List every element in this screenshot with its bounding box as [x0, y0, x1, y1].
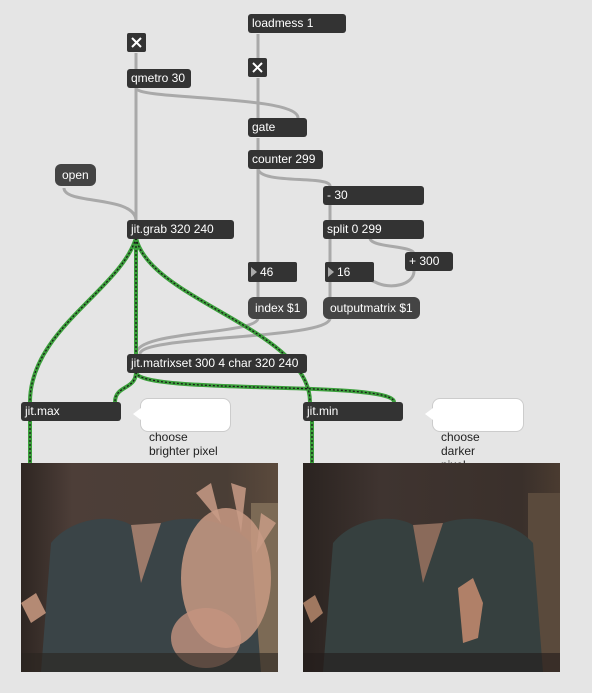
triangle-right-icon — [251, 267, 257, 277]
number-value-index: 46 — [260, 265, 274, 279]
number-value-outputmatrix: 16 — [337, 265, 351, 279]
cord-outputmatrix-matrixset — [138, 317, 332, 355]
jit-min-object[interactable]: jit.min — [303, 402, 403, 421]
loadmess-object[interactable]: loadmess 1 — [248, 14, 346, 33]
x-toggle-icon — [252, 62, 263, 73]
jit-matrixset-label: jit.matrixset 300 4 char 320 240 — [131, 356, 299, 370]
qmetro-label: qmetro 30 — [131, 71, 186, 85]
counter-label: counter 299 — [252, 152, 316, 166]
loadmess-label: loadmess 1 — [252, 16, 314, 30]
plus-label: + 300 — [409, 254, 440, 268]
patcher-canvas: loadmess 1 qmetro 30 gate counter 299 - … — [0, 0, 592, 693]
plus-object[interactable]: + 300 — [405, 252, 453, 271]
minus-object[interactable]: - 30 — [323, 186, 424, 205]
matrix-cord-grab-max — [28, 237, 138, 403]
comment-tail — [133, 408, 141, 420]
video-frame-min — [303, 463, 560, 672]
number-box-index[interactable]: 46 — [248, 262, 297, 282]
outputmatrix-message-label: outputmatrix $1 — [330, 301, 413, 315]
cord-qmetro-gate — [134, 86, 300, 119]
comment-max: choose brighter pixel — [133, 398, 231, 458]
split-object[interactable]: split 0 299 — [323, 220, 424, 239]
open-message-label: open — [62, 168, 89, 182]
counter-object[interactable]: counter 299 — [248, 150, 323, 169]
qmetro-object[interactable]: qmetro 30 — [127, 69, 191, 88]
jit-pwindow-min[interactable] — [303, 463, 560, 672]
split-label: split 0 299 — [327, 222, 382, 236]
jit-grab-label: jit.grab 320 240 — [131, 222, 214, 236]
index-message[interactable]: index $1 — [248, 297, 308, 319]
jit-pwindow-max[interactable] — [21, 463, 278, 672]
cord-open-grab — [62, 187, 138, 222]
outputmatrix-message[interactable]: outputmatrix $1 — [323, 297, 420, 319]
x-toggle-icon — [131, 37, 142, 48]
index-message-label: index $1 — [255, 301, 301, 315]
comment-min: choose darker pixel — [425, 398, 524, 472]
jit-min-label: jit.min — [307, 404, 339, 418]
matrix-cord-matrixset-max — [113, 371, 138, 403]
video-frame-max — [21, 463, 278, 672]
jit-max-label: jit.max — [25, 404, 60, 418]
jit-grab-object[interactable]: jit.grab 320 240 — [127, 220, 234, 239]
gate-label: gate — [252, 120, 276, 134]
cord-counter-minus — [256, 167, 332, 187]
jit-matrixset-object[interactable]: jit.matrixset 300 4 char 320 240 — [127, 354, 307, 373]
jit-max-object[interactable]: jit.max — [21, 402, 121, 421]
gate-object[interactable]: gate — [248, 118, 307, 137]
minus-label: - 30 — [327, 188, 348, 202]
toggle-gate[interactable] — [248, 58, 267, 77]
open-message[interactable]: open — [55, 164, 96, 186]
comment-tail — [425, 408, 433, 420]
triangle-right-icon — [328, 267, 334, 277]
number-box-outputmatrix[interactable]: 16 — [325, 262, 374, 282]
toggle-metro[interactable] — [127, 33, 146, 52]
